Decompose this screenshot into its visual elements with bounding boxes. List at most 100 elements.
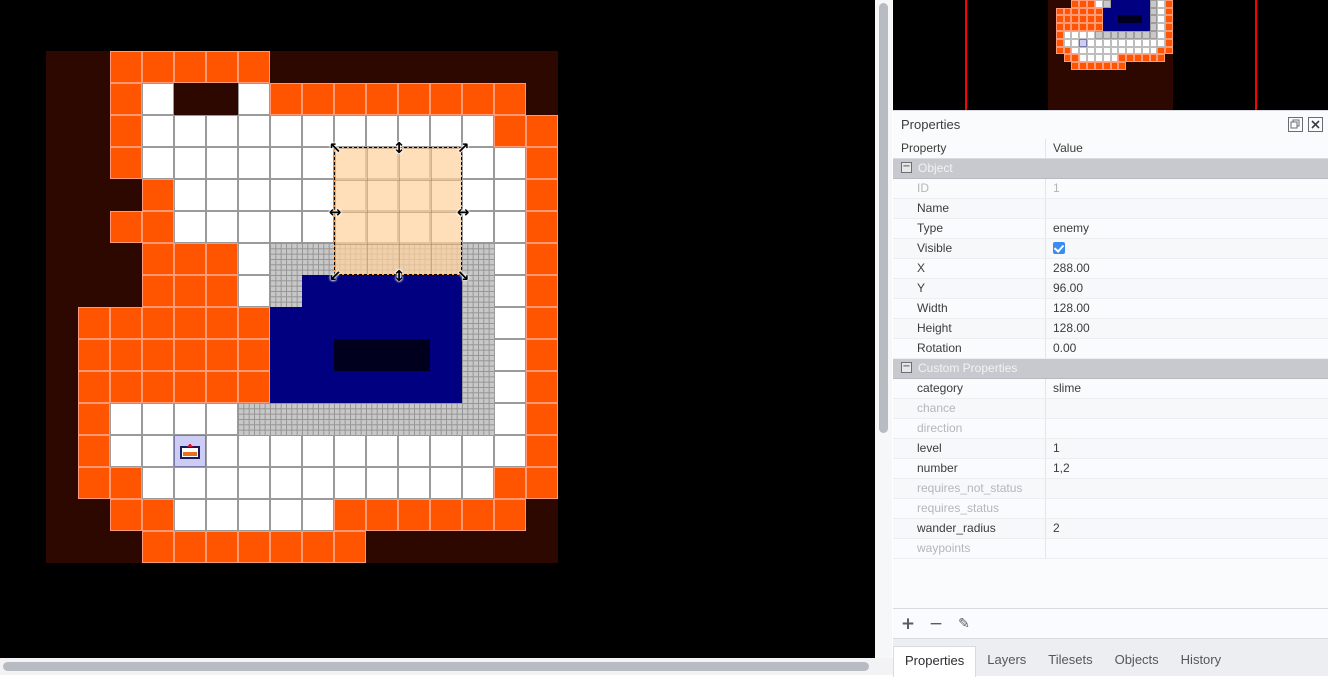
orange-tile[interactable] xyxy=(270,83,302,115)
white-tile[interactable] xyxy=(174,115,206,147)
orange-tile[interactable] xyxy=(110,371,142,403)
orange-tile[interactable] xyxy=(494,467,526,499)
white-tile[interactable] xyxy=(142,435,174,467)
orange-tile[interactable] xyxy=(206,51,238,83)
white-tile[interactable] xyxy=(270,147,302,179)
gravel-tile[interactable] xyxy=(238,403,270,435)
white-tile[interactable] xyxy=(494,339,526,371)
orange-tile[interactable] xyxy=(494,115,526,147)
resize-handle-sw[interactable]: ↙ xyxy=(325,266,345,286)
orange-tile[interactable] xyxy=(142,307,174,339)
deep-water-tile[interactable] xyxy=(366,339,398,371)
orange-tile[interactable] xyxy=(398,499,430,531)
orange-tile[interactable] xyxy=(526,467,558,499)
orange-tile[interactable] xyxy=(238,339,270,371)
property-value[interactable]: 96.00 xyxy=(1046,279,1328,298)
orange-tile[interactable] xyxy=(398,83,430,115)
orange-tile[interactable] xyxy=(270,531,302,563)
white-tile[interactable] xyxy=(302,499,334,531)
orange-tile[interactable] xyxy=(142,179,174,211)
property-row[interactable]: chance xyxy=(893,399,1328,419)
property-value[interactable]: 1 xyxy=(1046,179,1328,198)
gravel-tile[interactable] xyxy=(366,403,398,435)
property-group-row[interactable]: −Object xyxy=(893,159,1328,179)
orange-tile[interactable] xyxy=(174,275,206,307)
orange-tile[interactable] xyxy=(174,531,206,563)
vertical-scrollbar[interactable] xyxy=(875,0,892,658)
orange-tile[interactable] xyxy=(206,243,238,275)
property-row[interactable]: level1 xyxy=(893,439,1328,459)
orange-tile[interactable] xyxy=(526,371,558,403)
gravel-tile[interactable] xyxy=(462,307,494,339)
property-value[interactable] xyxy=(1046,539,1328,558)
gravel-tile[interactable] xyxy=(462,339,494,371)
white-tile[interactable] xyxy=(174,403,206,435)
water-tile[interactable] xyxy=(302,371,334,403)
white-tile[interactable] xyxy=(494,275,526,307)
property-row[interactable]: Rotation0.00 xyxy=(893,339,1328,359)
white-tile[interactable] xyxy=(206,115,238,147)
orange-tile[interactable] xyxy=(526,275,558,307)
orange-tile[interactable] xyxy=(78,403,110,435)
white-tile[interactable] xyxy=(430,435,462,467)
orange-tile[interactable] xyxy=(206,371,238,403)
orange-tile[interactable] xyxy=(462,83,494,115)
orange-tile[interactable] xyxy=(110,83,142,115)
water-tile[interactable] xyxy=(302,339,334,371)
gravel-tile[interactable] xyxy=(398,403,430,435)
object-selection-box[interactable]: ↖↕↗↔↔↙↕↘ xyxy=(334,147,462,275)
tab-properties[interactable]: Properties xyxy=(893,646,976,677)
deep-water-tile[interactable] xyxy=(334,339,366,371)
white-tile[interactable] xyxy=(238,211,270,243)
property-value[interactable]: 128.00 xyxy=(1046,319,1328,338)
orange-tile[interactable] xyxy=(206,307,238,339)
orange-tile[interactable] xyxy=(526,339,558,371)
property-group-row[interactable]: −Custom Properties xyxy=(893,359,1328,379)
property-row[interactable]: Typeenemy xyxy=(893,219,1328,239)
property-value[interactable]: enemy xyxy=(1046,219,1328,238)
property-value[interactable] xyxy=(1046,199,1328,218)
white-tile[interactable] xyxy=(270,467,302,499)
property-value[interactable] xyxy=(1046,419,1328,438)
add-property-button[interactable]: + xyxy=(897,613,919,635)
deep-water-tile[interactable] xyxy=(398,339,430,371)
orange-tile[interactable] xyxy=(78,435,110,467)
property-row[interactable]: categoryslime xyxy=(893,379,1328,399)
orange-tile[interactable] xyxy=(142,51,174,83)
orange-tile[interactable] xyxy=(110,147,142,179)
orange-tile[interactable] xyxy=(238,51,270,83)
white-tile[interactable] xyxy=(238,147,270,179)
white-tile[interactable] xyxy=(238,499,270,531)
gravel-tile[interactable] xyxy=(302,403,334,435)
white-tile[interactable] xyxy=(366,467,398,499)
water-tile[interactable] xyxy=(270,371,302,403)
white-tile[interactable] xyxy=(142,403,174,435)
chest-object-tile[interactable] xyxy=(174,435,206,467)
white-tile[interactable] xyxy=(494,243,526,275)
gravel-tile[interactable] xyxy=(334,403,366,435)
white-tile[interactable] xyxy=(238,435,270,467)
orange-tile[interactable] xyxy=(174,371,206,403)
orange-tile[interactable] xyxy=(366,83,398,115)
white-tile[interactable] xyxy=(398,435,430,467)
orange-tile[interactable] xyxy=(78,371,110,403)
orange-tile[interactable] xyxy=(110,339,142,371)
white-tile[interactable] xyxy=(142,83,174,115)
property-value[interactable]: 128.00 xyxy=(1046,299,1328,318)
orange-tile[interactable] xyxy=(526,179,558,211)
orange-tile[interactable] xyxy=(334,531,366,563)
white-tile[interactable] xyxy=(238,115,270,147)
tab-layers[interactable]: Layers xyxy=(976,647,1037,673)
water-tile[interactable] xyxy=(366,371,398,403)
orange-tile[interactable] xyxy=(78,467,110,499)
white-tile[interactable] xyxy=(270,211,302,243)
minimap[interactable] xyxy=(893,0,1328,110)
tab-tilesets[interactable]: Tilesets xyxy=(1037,647,1103,673)
white-tile[interactable] xyxy=(206,499,238,531)
white-tile[interactable] xyxy=(462,467,494,499)
gravel-tile[interactable] xyxy=(270,403,302,435)
property-row[interactable]: Name xyxy=(893,199,1328,219)
collapse-expander-icon[interactable]: − xyxy=(901,162,912,173)
orange-tile[interactable] xyxy=(206,339,238,371)
property-row[interactable]: requires_status xyxy=(893,499,1328,519)
